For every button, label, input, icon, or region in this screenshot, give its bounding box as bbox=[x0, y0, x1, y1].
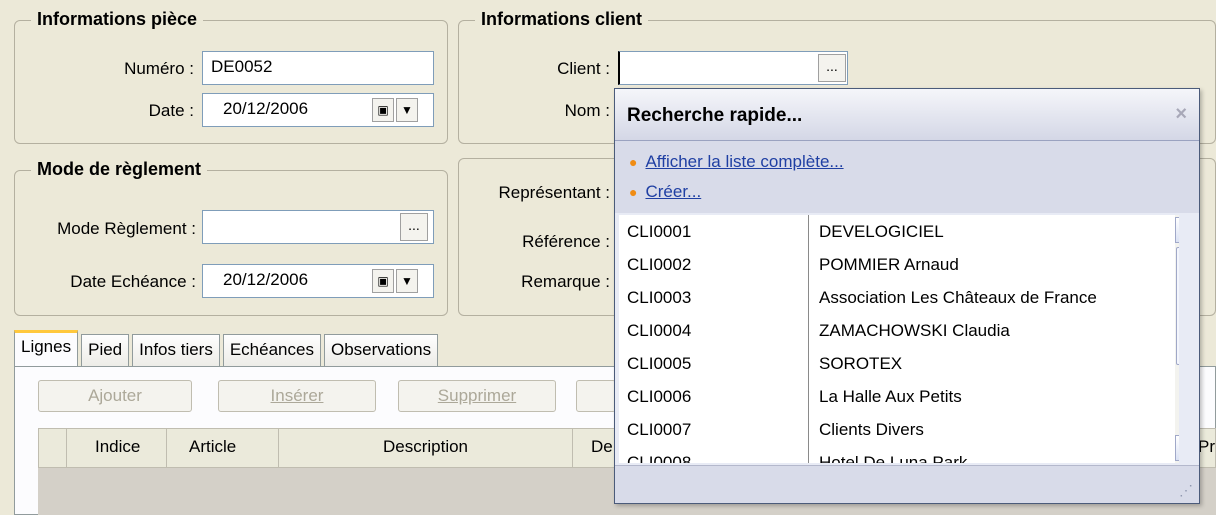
client-field[interactable] bbox=[618, 51, 848, 85]
client-code: CLI0005 bbox=[619, 347, 809, 380]
list-item[interactable]: CLI0004 ZAMACHOWSKI Claudia bbox=[619, 314, 1179, 347]
mode-reglement-label: Mode Règlement : bbox=[57, 219, 196, 238]
representant-label: Représentant : bbox=[498, 183, 610, 202]
list-item[interactable]: CLI0002 POMMIER Arnaud bbox=[619, 248, 1179, 281]
list-item[interactable]: CLI0003 Association Les Châteaux de Franc… bbox=[619, 281, 1179, 314]
chevron-down-icon[interactable]: ▼ bbox=[396, 269, 418, 293]
chevron-down-icon[interactable]: ▼ bbox=[1175, 435, 1179, 461]
client-code: CLI0001 bbox=[619, 215, 809, 248]
chevron-up-icon[interactable]: ▲ bbox=[1175, 217, 1179, 243]
inserer-button[interactable]: Insérer bbox=[218, 380, 376, 412]
tab-bar: Lignes Pied Infos tiers Echéances Observ… bbox=[14, 330, 441, 368]
client-name: POMMIER Arnaud bbox=[819, 254, 959, 274]
numero-label: Numéro : bbox=[124, 59, 194, 78]
mode-reglement-browse-button[interactable]: ... bbox=[400, 213, 428, 241]
client-code: CLI0004 bbox=[619, 314, 809, 347]
client-name: DEVELOGICIEL bbox=[819, 221, 944, 241]
create-link[interactable]: ● Créer... bbox=[629, 177, 1185, 207]
date-echeance-label: Date Echéance : bbox=[70, 272, 196, 291]
remarque-label: Remarque : bbox=[521, 272, 610, 291]
client-code: CLI0002 bbox=[619, 248, 809, 281]
popup-links: ● Afficher la liste complète... ● Créer... bbox=[615, 141, 1199, 213]
client-name: Association Les Châteaux de France bbox=[819, 287, 1097, 307]
list-scrollbar[interactable]: ▲ ▼ bbox=[1175, 215, 1179, 463]
tab-infos-tiers[interactable]: Infos tiers bbox=[132, 334, 220, 368]
list-item[interactable]: CLI0001 DEVELOGICIEL bbox=[619, 215, 1179, 248]
client-code: CLI0007 bbox=[619, 413, 809, 446]
client-info-title: Informations client bbox=[475, 9, 649, 30]
popup-footer: ⋰ bbox=[615, 465, 1199, 503]
ajouter-button[interactable]: Ajouter bbox=[38, 380, 192, 412]
column-pr[interactable]: Pr bbox=[1198, 437, 1215, 457]
client-browse-button[interactable]: ... bbox=[818, 54, 846, 82]
grid-row-header bbox=[39, 429, 67, 467]
quick-search-popup: Recherche rapide... × ● Afficher la liste… bbox=[614, 88, 1200, 504]
inserer-label: Insérer bbox=[270, 386, 324, 405]
calendar-icon[interactable]: ▣ bbox=[372, 98, 394, 122]
resize-grip-icon[interactable]: ⋰ bbox=[1179, 482, 1193, 499]
supprimer-label: Supprimer bbox=[437, 386, 517, 405]
reglement-title: Mode de règlement bbox=[31, 159, 208, 180]
client-name: Clients Divers bbox=[819, 419, 924, 439]
create-label: Créer... bbox=[645, 182, 702, 201]
date-buttons: ▣ ▼ bbox=[372, 98, 418, 122]
client-code: CLI0003 bbox=[619, 281, 809, 314]
client-name: La Halle Aux Petits bbox=[819, 386, 962, 406]
client-name: Hotel De Luna Park bbox=[819, 452, 968, 464]
chevron-down-icon[interactable]: ▼ bbox=[396, 98, 418, 122]
popup-header: Recherche rapide... × bbox=[615, 89, 1199, 141]
tab-echeances[interactable]: Echéances bbox=[222, 334, 321, 368]
client-name: SOROTEX bbox=[819, 353, 903, 373]
column-description[interactable]: Description bbox=[279, 429, 573, 467]
supprimer-button[interactable]: Supprimer bbox=[398, 380, 556, 412]
piece-info-title: Informations pièce bbox=[31, 9, 204, 30]
scrollbar-thumb[interactable] bbox=[1176, 247, 1179, 365]
bullet-icon: ● bbox=[629, 184, 638, 200]
list-item[interactable]: CLI0007 Clients Divers bbox=[619, 413, 1179, 446]
date-label: Date : bbox=[148, 101, 194, 120]
hidden-button[interactable] bbox=[576, 380, 616, 412]
client-list: CLI0001 DEVELOGICIEL CLI0002 POMMIER Arnau… bbox=[619, 215, 1179, 463]
calendar-icon[interactable]: ▣ bbox=[372, 269, 394, 293]
list-item[interactable]: CLI0005 SOROTEX bbox=[619, 347, 1179, 380]
client-name: ZAMACHOWSKI Claudia bbox=[819, 320, 1010, 340]
show-full-list-label: Afficher la liste complète... bbox=[645, 152, 844, 171]
tab-lignes[interactable]: Lignes bbox=[14, 330, 79, 368]
column-indice[interactable]: Indice bbox=[67, 429, 167, 467]
date-echeance-buttons: ▣ ▼ bbox=[372, 269, 418, 293]
tab-observations[interactable]: Observations bbox=[323, 334, 439, 368]
popup-title: Recherche rapide... bbox=[627, 105, 803, 126]
client-label: Client : bbox=[557, 59, 610, 78]
column-article[interactable]: Article bbox=[167, 429, 279, 467]
client-code: CLI0008 bbox=[619, 446, 809, 463]
nom-label: Nom : bbox=[564, 101, 610, 120]
numero-field[interactable]: DE0052 bbox=[202, 51, 434, 85]
show-full-list-link[interactable]: ● Afficher la liste complète... bbox=[629, 147, 1185, 177]
client-code: CLI0006 bbox=[619, 380, 809, 413]
list-item[interactable]: CLI0008 Hotel De Luna Park bbox=[619, 446, 1179, 463]
reference-label: Référence : bbox=[522, 232, 610, 251]
close-icon[interactable]: × bbox=[1175, 103, 1187, 126]
bullet-icon: ● bbox=[629, 154, 638, 170]
list-item[interactable]: CLI0006 La Halle Aux Petits bbox=[619, 380, 1179, 413]
tab-pied[interactable]: Pied bbox=[81, 334, 130, 368]
